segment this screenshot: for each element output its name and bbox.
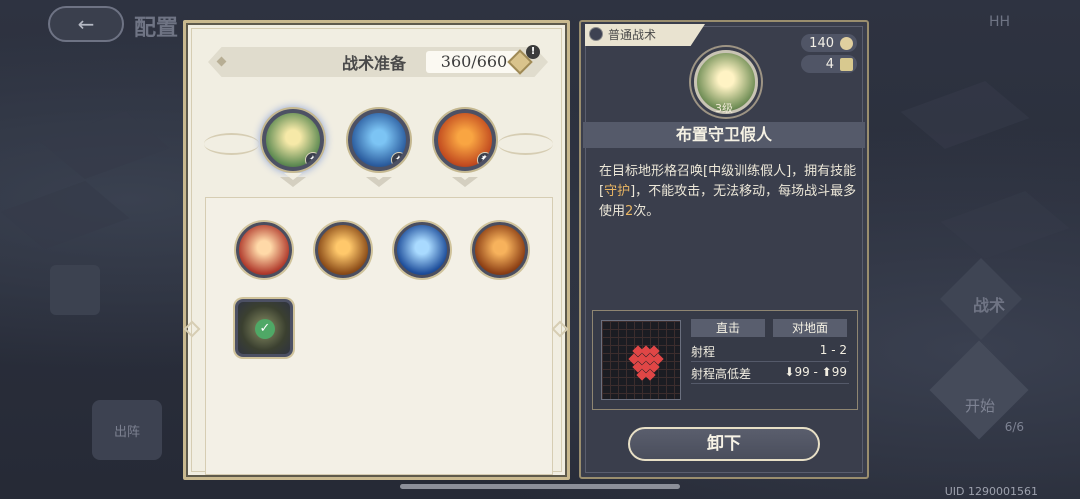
range-info-box: 直击 对地面 射程 1 - 2 射程高低差 ⬇99 - ⬆99 [592,310,858,410]
swirl-ornament-icon [498,133,553,155]
desc-part-2: ]，不能攻击，无法移动，每场战斗最多 [630,184,857,199]
tactics-selection-panel: 战术准备 360/660 ! ✦ ✦ ✸ ✓ [183,20,570,480]
tactic-charge[interactable] [472,222,528,278]
desc-skill-highlight: 守护 [604,184,631,199]
chevron-down-icon [280,173,306,187]
tactic-equipped-decoy[interactable]: ✓ [235,299,293,357]
tactic-description: 在目标地形格召唤[中级训练假人]，拥有技能[守护]，不能攻击，无法移动，每场战斗… [599,162,857,222]
swirl-ornament-icon [204,133,259,155]
tactic-power-pose[interactable] [315,222,371,278]
tactic-team-buff[interactable] [394,222,450,278]
range-value: 1 - 2 [819,343,847,357]
cost-value: 140 [809,35,834,51]
desc-part-1: 在目标地形格召唤[中级训练假人]，拥有技能 [599,164,857,179]
height-diff-label: 射程高低差 [691,367,752,381]
bg-tile [40,111,170,179]
uses-pill: 4 [801,55,857,73]
bg-side-button [50,265,100,315]
back-button[interactable]: ← [48,6,124,42]
cost-pill: 140 [801,34,857,52]
desc-part-3: 使用 [599,204,626,219]
plus-icon: ✸ [477,152,492,167]
range-grid-map [601,320,681,400]
slot-resist[interactable]: ✸ [434,109,496,171]
tactic-name: 布置守卫假人 [583,122,865,148]
home-indicator[interactable] [400,484,680,489]
height-diff-value: ⬇99 - ⬆99 [784,365,847,379]
bg-start-label: 开始 [964,397,995,415]
bg-top-right-text: HH [988,14,1010,30]
plus-icon: ✦ [305,152,320,167]
range-row: 射程 1 - 2 [691,343,847,360]
bg-tactic-label: 战术 [972,296,1005,315]
hourglass-icon [840,57,853,71]
chevron-down-icon [366,173,392,187]
unequip-button[interactable]: 卸下 [628,427,820,461]
tactic-list: ✓ [205,197,553,475]
tactic-detail-panel: 普通战术 140 4 3级 布置守卫假人 在目标地形格召唤[中级训练假人]，拥有… [579,20,869,479]
tactical-prep-label: 战术准备 [342,54,407,73]
equipped-slots: ✦ ✦ ✸ [186,105,567,195]
uses-value: 4 [825,56,834,72]
slot-summon-decoy[interactable]: ✦ [262,109,324,171]
slot-sprint[interactable]: ✦ [348,109,410,171]
tactic-fire-slash[interactable] [236,222,292,278]
bg-tile [900,81,1030,149]
check-icon: ✓ [255,319,275,339]
divider [691,383,849,384]
bg-tile [0,181,130,249]
chevron-down-icon [452,173,478,187]
tactic-point-icon [840,36,853,50]
bg-tile [940,191,1070,259]
attack-type-pill: 直击 [691,319,765,337]
info-alert-icon[interactable]: ! [526,45,540,59]
height-diff-row: 射程高低差 ⬇99 - ⬆99 [691,365,847,382]
plus-icon: ✦ [391,152,406,167]
bg-deploy-count: 6/6 [1004,420,1024,434]
tactic-level: 3级 [715,102,733,115]
category-label: 普通战术 [608,28,657,42]
divider [691,361,849,362]
arrow-left-icon: ← [77,12,95,36]
category-icon [589,27,603,41]
desc-part-4: 次。 [633,204,660,219]
bg-page-title: 配置 [134,15,179,41]
range-label: 射程 [691,345,716,359]
target-type-pill: 对地面 [773,319,847,337]
bg-deploy-button: 出阵 [92,400,162,460]
user-id: UID 1290001561 [944,485,1038,498]
